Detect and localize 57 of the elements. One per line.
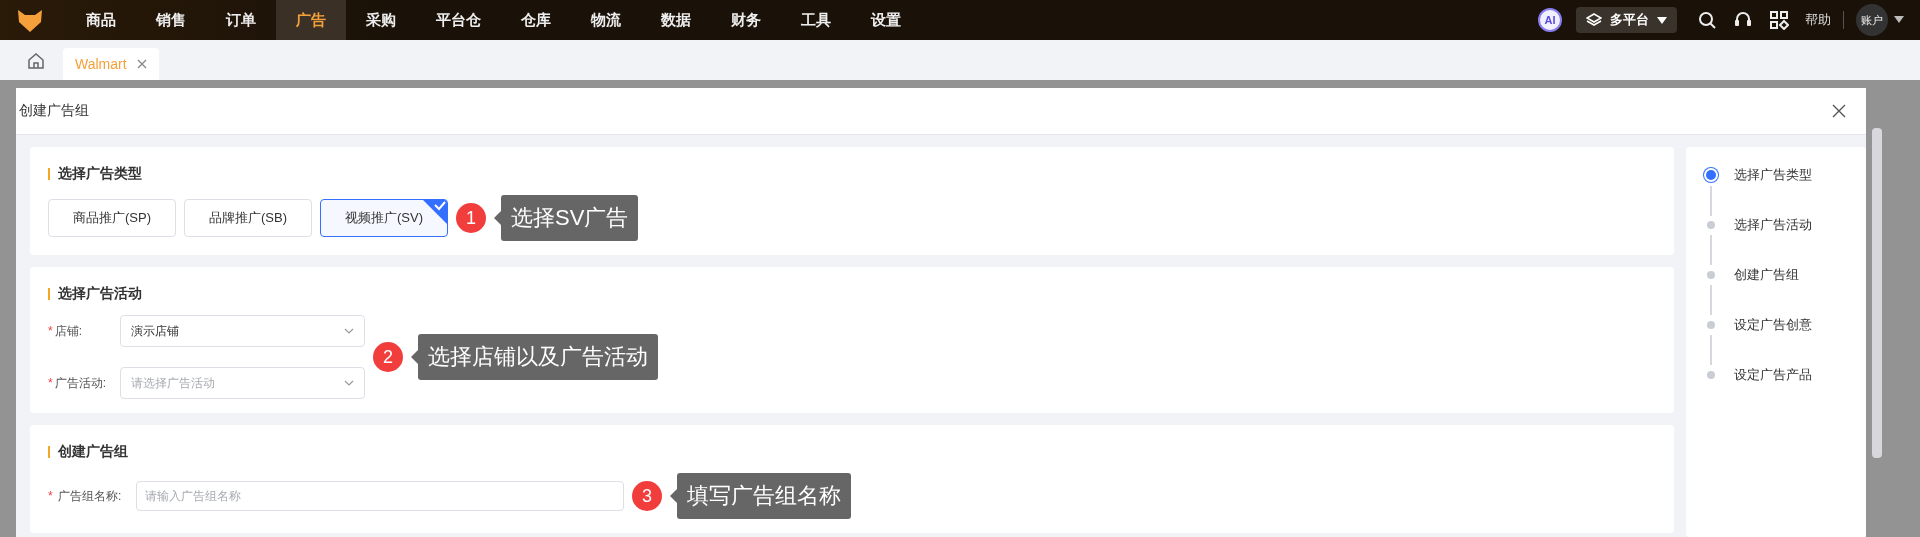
step-number-badge: 1 (456, 203, 486, 233)
nav-tab[interactable]: 物流 (571, 0, 641, 40)
section-title: 选择广告类型 (58, 165, 142, 183)
nav-tab[interactable]: 订单 (206, 0, 276, 40)
caret-icon (1657, 16, 1667, 24)
callout-pointer-icon (670, 489, 677, 503)
close-icon[interactable] (136, 59, 147, 69)
input-field[interactable]: 请输入广告组名称 (136, 481, 624, 511)
caret-icon[interactable] (1894, 16, 1904, 24)
step-label[interactable]: 选择广告类型 (1734, 167, 1812, 217)
select-field[interactable]: 演示店铺 (120, 315, 365, 347)
step-label[interactable]: 创建广告组 (1734, 267, 1799, 317)
search-icon[interactable] (1697, 10, 1717, 30)
callout-label: 选择店铺以及广告活动 (411, 334, 658, 380)
scrollbar[interactable] (1872, 128, 1882, 458)
checkmark-icon (422, 200, 447, 225)
callout-pointer-icon (494, 211, 501, 225)
section-title: 创建广告组 (58, 443, 128, 461)
step-number-badge: 2 (373, 342, 403, 372)
step-number-badge: 3 (632, 481, 662, 511)
callout-pointer-icon (411, 350, 418, 364)
ad-type-option[interactable]: 品牌推广(SB) (184, 199, 312, 237)
close-icon[interactable] (1832, 104, 1846, 118)
apps-grid-icon[interactable] (1769, 10, 1789, 30)
nav-tab[interactable]: 销售 (136, 0, 206, 40)
ai-button[interactable]: AI (1538, 8, 1562, 32)
home-icon[interactable] (27, 52, 45, 70)
account-avatar[interactable]: 账户 (1856, 4, 1888, 36)
nav-tab[interactable]: 商品 (66, 0, 136, 40)
help-link[interactable]: 帮助 (1805, 11, 1831, 29)
nav-tab[interactable]: 数据 (641, 0, 711, 40)
chevron-down-icon (344, 380, 354, 386)
nav-tab[interactable]: 采购 (346, 0, 416, 40)
nav-tab[interactable]: 仓库 (501, 0, 571, 40)
field-label: 店铺: (54, 323, 82, 338)
step-label[interactable]: 设定广告产品 (1734, 367, 1812, 417)
section-title: 选择广告活动 (58, 285, 142, 303)
step-label[interactable]: 选择广告活动 (1734, 217, 1812, 267)
callout-label: 填写广告组名称 (670, 473, 851, 519)
layers-icon (1586, 13, 1602, 27)
ad-type-option[interactable]: 商品推广(SP) (48, 199, 176, 237)
field-label: 广告活动: (54, 375, 106, 390)
required-mark: * (48, 323, 53, 338)
nav-tab[interactable]: 工具 (781, 0, 851, 40)
required-mark: * (48, 488, 53, 503)
dialog-title: 创建广告组 (19, 102, 90, 120)
callout-label: 选择SV广告 (494, 195, 639, 241)
step-label[interactable]: 设定广告创意 (1734, 317, 1812, 367)
nav-tab[interactable]: 广告 (276, 0, 346, 40)
ad-type-option[interactable]: 视频推广(SV) (320, 199, 448, 237)
field-label: 广告组名称: (58, 488, 122, 503)
chevron-down-icon (344, 328, 354, 334)
nav-tab[interactable]: 平台仓 (416, 0, 501, 40)
nav-tab[interactable]: 财务 (711, 0, 781, 40)
nav-tab[interactable]: 设置 (851, 0, 921, 40)
platform-dropdown[interactable]: 多平台 (1576, 7, 1677, 33)
required-mark: * (48, 375, 53, 390)
